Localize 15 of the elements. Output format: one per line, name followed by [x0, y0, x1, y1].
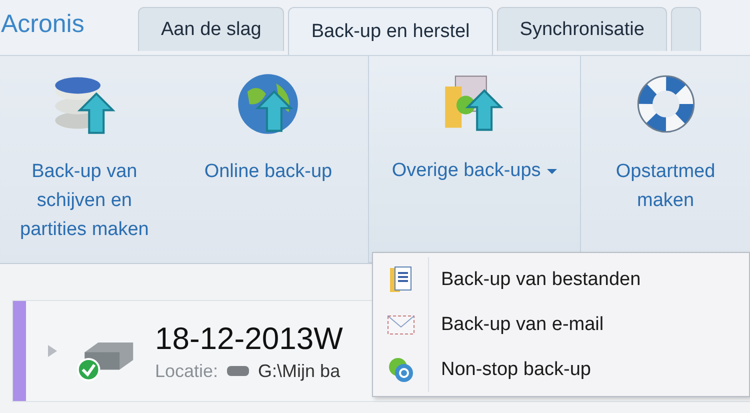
backup-title: 18-12-2013W [155, 320, 343, 356]
logo: Acronis [1, 10, 86, 39]
ribbon-button[interactable]: Back-up van schijven en partities maken [0, 56, 169, 263]
tab[interactable] [671, 7, 702, 51]
location-path: G:\Mijn ba [258, 360, 340, 382]
tab[interactable]: Aan de slag [138, 7, 284, 51]
ribbon-button[interactable]: Overige back-ups [368, 56, 582, 263]
menu-item[interactable]: Back-up van e-mail [373, 302, 749, 347]
location-label: Locatie: [155, 360, 218, 382]
tab[interactable]: Synchronisatie [496, 7, 668, 51]
ribbon-button[interactable]: Online back-up [168, 56, 368, 263]
drive-icon [226, 364, 250, 378]
sync-icon [386, 356, 414, 384]
menu-item[interactable]: Non-stop back-up [373, 347, 749, 392]
tab[interactable]: Back-up en herstel [288, 7, 493, 55]
